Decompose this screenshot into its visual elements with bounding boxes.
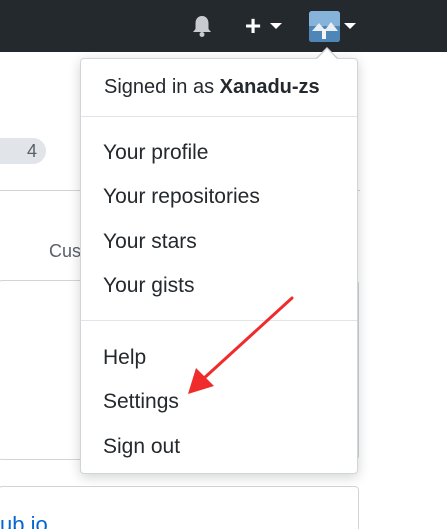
- create-new-button[interactable]: +: [240, 12, 288, 40]
- tab-label[interactable]: Cus: [49, 241, 81, 262]
- avatar: [309, 10, 340, 42]
- counter-badge: 4: [0, 138, 46, 164]
- dropdown-caret-fill: [317, 49, 337, 59]
- menu-item-your-profile[interactable]: Your profile: [103, 141, 208, 165]
- username: Xanadu-zs: [219, 76, 320, 98]
- content-box: [0, 486, 359, 529]
- menu-item-your-gists[interactable]: Your gists: [103, 274, 194, 298]
- repo-link[interactable]: ub.io: [0, 512, 48, 529]
- menu-divider: [81, 116, 357, 117]
- menu-item-your-stars[interactable]: Your stars: [103, 230, 197, 254]
- signed-in-header: Signed in as Xanadu-zs: [104, 76, 320, 99]
- menu-item-sign-out[interactable]: Sign out: [103, 435, 180, 459]
- menu-divider: [81, 320, 357, 321]
- chevron-down-icon: [344, 23, 356, 29]
- bell-icon[interactable]: [189, 13, 215, 39]
- chevron-down-icon: [270, 23, 282, 29]
- header-bar: +: [0, 0, 447, 52]
- menu-item-settings[interactable]: Settings: [103, 390, 179, 414]
- user-dropdown-menu: Signed in as Xanadu-zs Your profile Your…: [80, 58, 358, 474]
- counter-text: 4: [26, 141, 37, 161]
- menu-item-your-repositories[interactable]: Your repositories: [103, 185, 260, 209]
- plus-icon: +: [244, 10, 262, 41]
- menu-item-help[interactable]: Help: [103, 346, 146, 370]
- signed-in-label: Signed in as: [104, 76, 215, 98]
- user-menu-button[interactable]: [309, 10, 361, 42]
